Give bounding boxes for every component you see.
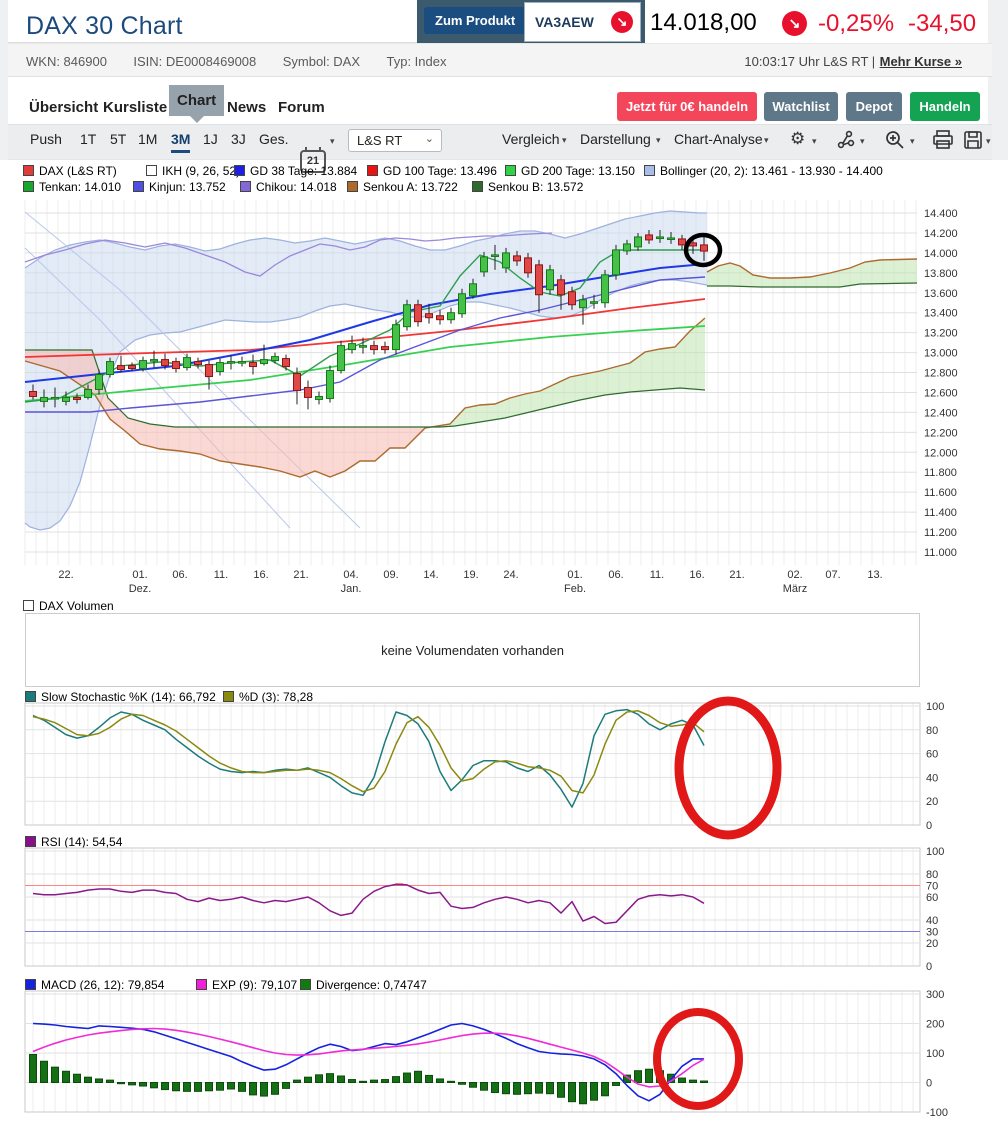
svg-text:20: 20 — [926, 938, 938, 950]
svg-text:14.400: 14.400 — [924, 208, 958, 220]
svg-text:11.800: 11.800 — [924, 467, 957, 479]
svg-text:22.: 22. — [58, 569, 73, 581]
svg-text:16.: 16. — [253, 569, 268, 581]
svg-text:19.: 19. — [463, 569, 478, 581]
svg-text:01.: 01. — [132, 569, 147, 581]
svg-text:30: 30 — [926, 927, 938, 939]
svg-text:Feb.: Feb. — [564, 583, 586, 595]
svg-text:0: 0 — [926, 820, 932, 832]
svg-text:Jan.: Jan. — [341, 583, 362, 595]
svg-text:21.: 21. — [729, 569, 744, 581]
svg-text:16.: 16. — [689, 569, 704, 581]
svg-text:13.000: 13.000 — [924, 348, 958, 360]
svg-text:01.: 01. — [567, 569, 582, 581]
svg-text:11.200: 11.200 — [924, 527, 957, 539]
svg-text:-100: -100 — [926, 1107, 948, 1119]
chart-page: DAX 30 Chart WKN: 846900 ISIN: DE0008469… — [0, 0, 1008, 1125]
svg-text:100: 100 — [926, 1048, 944, 1060]
svg-text:04.: 04. — [343, 569, 358, 581]
svg-text:0: 0 — [926, 1078, 932, 1090]
svg-text:11.600: 11.600 — [924, 487, 957, 499]
svg-text:12.200: 12.200 — [924, 427, 958, 439]
svg-text:06.: 06. — [608, 569, 623, 581]
svg-text:12.000: 12.000 — [924, 447, 958, 459]
svg-text:70: 70 — [926, 881, 938, 893]
svg-text:100: 100 — [926, 701, 944, 713]
svg-text:80: 80 — [926, 725, 938, 737]
svg-text:100: 100 — [926, 846, 944, 858]
svg-text:20: 20 — [926, 796, 938, 808]
svg-text:13.: 13. — [867, 569, 882, 581]
svg-text:11.000: 11.000 — [924, 547, 957, 559]
red-circle-stochastic — [679, 701, 777, 835]
svg-text:07.: 07. — [825, 569, 840, 581]
svg-text:13.200: 13.200 — [924, 328, 958, 340]
svg-text:12.600: 12.600 — [924, 387, 958, 399]
svg-text:40: 40 — [926, 915, 938, 927]
svg-text:21.: 21. — [293, 569, 308, 581]
svg-text:13.400: 13.400 — [924, 308, 958, 320]
svg-text:0: 0 — [926, 961, 932, 973]
svg-text:12.800: 12.800 — [924, 368, 958, 380]
svg-text:60: 60 — [926, 749, 938, 761]
svg-text:09.: 09. — [383, 569, 398, 581]
svg-text:März: März — [783, 583, 807, 595]
svg-text:Dez.: Dez. — [129, 583, 152, 595]
svg-text:200: 200 — [926, 1019, 944, 1031]
svg-text:14.000: 14.000 — [924, 248, 958, 260]
svg-text:02.: 02. — [787, 569, 802, 581]
svg-text:60: 60 — [926, 892, 938, 904]
svg-text:300: 300 — [926, 989, 944, 1001]
svg-text:14.200: 14.200 — [924, 228, 958, 240]
svg-text:40: 40 — [926, 772, 938, 784]
svg-text:06.: 06. — [172, 569, 187, 581]
svg-text:80: 80 — [926, 869, 938, 881]
svg-text:13.600: 13.600 — [924, 288, 958, 300]
svg-text:24.: 24. — [503, 569, 518, 581]
svg-text:13.800: 13.800 — [924, 268, 958, 280]
svg-text:11.400: 11.400 — [924, 507, 957, 519]
charts-canvas[interactable]: 14.40014.20014.00013.80013.60013.40013.2… — [0, 0, 1008, 1125]
svg-text:14.: 14. — [423, 569, 438, 581]
svg-text:11.: 11. — [650, 569, 664, 581]
svg-text:12.400: 12.400 — [924, 407, 958, 419]
svg-text:11.: 11. — [214, 569, 228, 581]
